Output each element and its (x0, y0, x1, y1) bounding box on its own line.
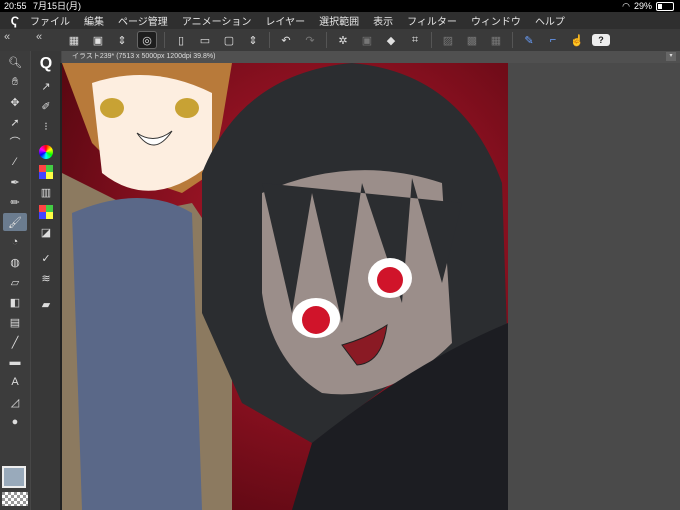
canvas-icon[interactable]: ▢ (220, 32, 238, 48)
subtool-palette: Q ↗ ✐ ⁝ ▥ ◪ ✓ ≋ ▰ (31, 51, 61, 510)
menu-animation[interactable]: アニメーション (182, 13, 252, 28)
fill-tool-icon[interactable]: ◧ (3, 293, 27, 311)
menu-view[interactable]: 表示 (373, 13, 393, 28)
eraser-icon[interactable]: ◆ (382, 32, 400, 48)
snap-icon[interactable]: ⌐ (544, 32, 562, 48)
status-right: ◠ 29% (622, 0, 674, 12)
brush-tool-icon[interactable]: 🖌︎ (3, 213, 27, 231)
hand-icon[interactable]: ✋︎ (3, 73, 27, 91)
collapse-right-icon[interactable]: « (36, 31, 42, 43)
eraser-tool-icon[interactable]: ▱ (3, 273, 27, 291)
divider (431, 32, 432, 48)
divider (269, 32, 270, 48)
fill-icon[interactable]: ▩ (463, 32, 481, 48)
menu-selection[interactable]: 選択範囲 (319, 13, 359, 28)
gradient-icon[interactable]: ▤ (3, 313, 27, 331)
material-icon[interactable]: ▰ (34, 295, 58, 313)
tab-menu-icon[interactable]: ▾ (666, 52, 676, 61)
figure-icon[interactable]: ╱ (3, 333, 27, 351)
spiral-icon[interactable]: ◎ (137, 31, 157, 49)
hatch-icon[interactable]: ▨ (439, 32, 457, 48)
color-set-icon[interactable] (34, 163, 58, 181)
status-date: 7月15日(月) (33, 1, 82, 11)
layer-icon[interactable]: ≋ (34, 269, 58, 287)
divider (512, 32, 513, 48)
subtool-dots-icon[interactable]: ⁝ (34, 117, 58, 135)
menu-filter[interactable]: フィルター (407, 13, 457, 28)
status-time: 20:55 (4, 1, 27, 11)
divider (326, 32, 327, 48)
select-icon[interactable]: ▦ (487, 32, 505, 48)
tool-property-icon[interactable]: ✓ (34, 249, 58, 267)
crop-icon[interactable]: ⌗ (406, 32, 424, 48)
menu-layer[interactable]: レイヤー (265, 13, 305, 28)
divider (164, 32, 165, 48)
menu-window[interactable]: ウィンドウ (471, 13, 521, 28)
frame-icon[interactable]: ▬ (3, 353, 27, 371)
tool-palette: 🔍︎ ✋︎ ✥ ➚ ⌒ ⁄ ✒ ✏ 🖌︎ ◔ ◍ ▱ ◧ ▤ ╱ ▬ A ◿ ● (0, 51, 30, 510)
color-wheel-swatch (39, 145, 53, 159)
document-title: イラスト239* (7513 x 5000px 1200dpi 39.8%) (72, 53, 216, 60)
document-tab[interactable]: イラスト239* (7513 x 5000px 1200dpi 39.8%) ▾ (62, 51, 680, 63)
correct-line-icon[interactable]: ● (3, 413, 27, 431)
menu-bar: Ҁ ファイル 編集 ページ管理 アニメーション レイヤー 選択範囲 表示 フィル… (0, 12, 680, 29)
operation-icon[interactable]: ➚ (3, 113, 27, 131)
color-history-icon[interactable]: ◪ (34, 223, 58, 241)
grid-view-icon[interactable]: ▦ (65, 32, 83, 48)
pen-icon[interactable]: ✎ (520, 32, 538, 48)
battery-icon (656, 1, 674, 11)
workspace-area (508, 63, 680, 510)
menu-edit[interactable]: 編集 (84, 13, 104, 28)
lasso-icon[interactable]: ⌒ (3, 133, 27, 151)
new-file-icon[interactable]: ▣ (89, 32, 107, 48)
menu-help[interactable]: ヘルプ (535, 13, 565, 28)
command-bar: ▦ ▣ ⇕ ◎ ▯ ▭ ▢ ⇕ ↶ ↷ ✲ ▣ ◆ ⌗ ▨ ▩ ▦ ✎ ⌐ ☝ … (62, 29, 680, 51)
eyedropper-icon[interactable]: ⁄ (3, 153, 27, 171)
undo-icon[interactable]: ↶ (277, 32, 295, 48)
status-bar: 20:55 7月15日(月) ◠ 29% (0, 0, 680, 12)
airbrush-icon[interactable]: ◔ (3, 233, 27, 251)
balloon-icon[interactable]: ◿ (3, 393, 27, 411)
menu-page[interactable]: ページ管理 (118, 13, 168, 28)
intermediate-color-icon[interactable]: ▥ (34, 183, 58, 201)
collapse-left-icon[interactable]: « (4, 31, 10, 43)
subtool-marker-icon[interactable]: ✐ (34, 97, 58, 115)
menu-file[interactable]: ファイル (30, 13, 70, 28)
main-color-swatch[interactable] (2, 466, 26, 488)
transparent-swatch[interactable] (2, 492, 28, 506)
search-icon[interactable]: Q (34, 53, 58, 75)
text-tool-icon[interactable]: A (3, 373, 27, 391)
wifi-icon: ◠ (622, 1, 630, 11)
move-layer-icon[interactable]: ✥ (3, 93, 27, 111)
arrows-icon[interactable]: ⇕ (244, 32, 262, 48)
illustration (62, 63, 508, 510)
spinner-icon[interactable]: ⇕ (113, 32, 131, 48)
approx-color-swatch (39, 205, 53, 219)
color-set-swatch (39, 165, 53, 179)
battery-percent: 29% (633, 1, 652, 11)
approx-color-icon[interactable] (34, 203, 58, 221)
folder-icon[interactable]: ▭ (196, 32, 214, 48)
blend-icon[interactable]: ◍ (3, 253, 27, 271)
panel-collapse-area: « « (0, 29, 62, 51)
page-icon[interactable]: ▯ (172, 32, 190, 48)
zoom-icon[interactable]: 🔍︎ (3, 53, 27, 71)
redo-icon[interactable]: ↷ (301, 32, 319, 48)
drawing-canvas[interactable] (62, 63, 508, 510)
tap-icon[interactable]: ☝ (568, 32, 586, 48)
subtool-pen-icon[interactable]: ↗ (34, 77, 58, 95)
color-wheel-icon[interactable] (34, 143, 58, 161)
pencil-tool-icon[interactable]: ✏ (3, 193, 27, 211)
pen-tool-icon[interactable]: ✒ (3, 173, 27, 191)
transform-icon[interactable]: ▣ (358, 32, 376, 48)
sparkle-icon[interactable]: ✲ (334, 32, 352, 48)
help-icon[interactable]: ? (592, 34, 610, 46)
app-logo-icon[interactable]: Ҁ (0, 14, 30, 28)
